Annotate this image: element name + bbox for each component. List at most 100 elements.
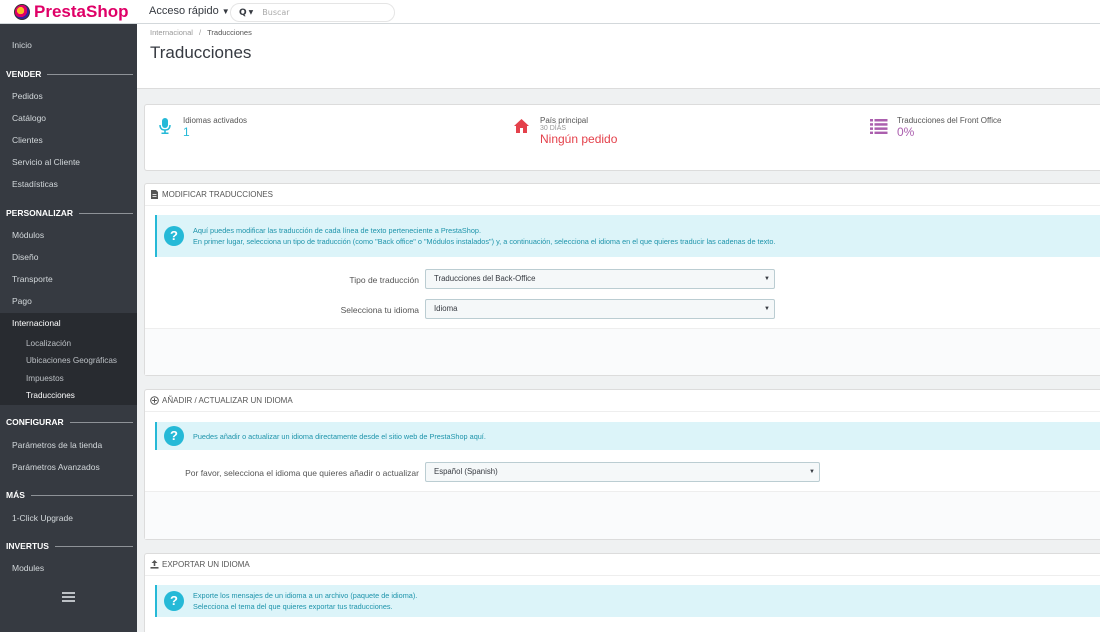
kpi-country-period: 30 DÍAS	[540, 125, 567, 132]
info-alert: ? Puedes añadir o actualizar un idioma d…	[155, 422, 1100, 450]
prestashop-logo-icon	[14, 3, 30, 20]
sidebar-item-inicio[interactable]: Inicio	[0, 35, 137, 55]
section-label: PERSONALIZAR	[6, 208, 74, 218]
panel-export-language: EXPORTAR UN IDIOMA ? Exporte los mensaje…	[144, 553, 1100, 632]
sidebar-item-pago[interactable]: Pago	[0, 291, 137, 311]
section-label: CONFIGURAR	[6, 417, 64, 427]
dropdown-arrow-icon: ▼	[809, 469, 815, 475]
dropdown-arrow-icon: ▼	[764, 276, 770, 282]
caret-down-icon: ▼	[221, 7, 230, 16]
sidebar-item-internacional[interactable]: Internacional	[0, 313, 137, 333]
sidebar-item-servicio[interactable]: Servicio al Cliente	[0, 152, 137, 172]
language-select[interactable]: Idioma ▼	[425, 299, 775, 319]
panel-add-language: AÑADIR / ACTUALIZAR UN IDIOMA ? Puedes a…	[144, 389, 1100, 540]
help-icon: ?	[164, 426, 184, 446]
kpi-country[interactable]: País principal 30 DÍAS Ningún pedido	[540, 116, 617, 146]
prestashop-logo[interactable]: PrestaShop	[14, 3, 128, 20]
breadcrumb-current: Traducciones	[207, 28, 252, 37]
kpi-country-value: Ningún pedido	[540, 132, 618, 146]
kpi-front-office[interactable]: Traducciones del Front Office 0%	[897, 116, 1002, 139]
language-label: Selecciona tu idioma	[340, 305, 419, 315]
search-caret-icon[interactable]: ▼	[249, 9, 254, 16]
add-language-label: Por favor, selecciona el idioma que quie…	[185, 468, 419, 478]
panel-title: AÑADIR / ACTUALIZAR UN IDIOMA	[162, 395, 293, 405]
panel-modify-translations: MODIFICAR TRADUCCIONES ? Aquí puedes mod…	[144, 183, 1100, 376]
home-icon	[514, 119, 529, 133]
sidebar-item-catalogo[interactable]: Catálogo	[0, 108, 137, 128]
brand-name: PrestaShop	[34, 2, 129, 21]
sidebar-item-modules[interactable]: Modules	[0, 558, 137, 578]
kpi-country-label: País principal	[540, 116, 589, 125]
sidebar-item-estadisticas[interactable]: Estadísticas	[0, 174, 137, 194]
breadcrumb-separator: /	[199, 28, 202, 37]
kpi-languages-label: Idiomas activados	[183, 116, 248, 125]
alert-text: Puedes añadir o actualizar un idioma dir…	[193, 431, 486, 441]
language-value: Idioma	[434, 304, 458, 313]
divider	[54, 545, 133, 547]
panel-heading: EXPORTAR UN IDIOMA	[145, 554, 1100, 576]
sidebar-section-mas: MÁS	[6, 488, 133, 502]
divider	[79, 212, 133, 214]
upload-icon	[150, 560, 159, 569]
kpi-bar: Idiomas activados 1 País principal 30 DÍ…	[144, 104, 1100, 171]
dropdown-arrow-icon: ▼	[764, 306, 770, 312]
divider	[47, 73, 133, 75]
menu-toggle-icon[interactable]	[62, 592, 75, 604]
translation-type-label: Tipo de traducción	[349, 275, 419, 285]
alert-text-line2: En primer lugar, selecciona un tipo de t…	[193, 237, 776, 246]
page-title: Traducciones	[150, 43, 252, 62]
sidebar-item-clientes[interactable]: Clientes	[0, 130, 137, 150]
sidebar-item-diseno[interactable]: Diseño	[0, 247, 137, 267]
translation-type-value: Traducciones del Back-Office	[434, 274, 536, 283]
sidebar-item-modulos[interactable]: Módulos	[0, 225, 137, 245]
sidebar-section-invertus: INVERTUS	[6, 539, 133, 553]
top-header: PrestaShop Acceso rápido ▼ Q ▼ Buscar	[0, 0, 1100, 24]
quick-access-label: Acceso rápido	[149, 5, 219, 17]
divider	[69, 421, 133, 423]
add-language-select[interactable]: Español (Spanish) ▼	[425, 462, 820, 482]
quick-access-dropdown[interactable]: Acceso rápido ▼	[149, 5, 230, 17]
kpi-front-office-value: 0%	[897, 125, 915, 139]
sidebar-subitem-ubicaciones[interactable]: Ubicaciones Geográficas	[0, 352, 137, 369]
info-alert: ? Aquí puedes modificar las traducción d…	[155, 215, 1100, 257]
breadcrumb-parent[interactable]: Internacional	[150, 28, 193, 37]
sidebar-item-transporte[interactable]: Transporte	[0, 269, 137, 289]
translation-type-select[interactable]: Traducciones del Back-Office ▼	[425, 269, 775, 289]
kpi-languages[interactable]: Idiomas activados 1	[183, 116, 247, 139]
sidebar-subitem-localizacion[interactable]: Localización	[0, 335, 137, 352]
microphone-icon	[159, 118, 171, 134]
alert-text-line2: Selecciona el tema del que quieres expor…	[193, 602, 393, 611]
section-label: MÁS	[6, 490, 25, 500]
sidebar-section-configurar: CONFIGURAR	[6, 415, 133, 429]
search-input[interactable]: Buscar	[262, 8, 289, 17]
sidebar: Inicio VENDER Pedidos Catálogo Clientes …	[0, 24, 137, 632]
panel-heading: AÑADIR / ACTUALIZAR UN IDIOMA	[145, 390, 1100, 412]
kpi-front-office-label: Traducciones del Front Office	[897, 116, 1002, 125]
sidebar-item-parametros-avanzados[interactable]: Parámetros Avanzados	[0, 457, 137, 477]
sidebar-item-pedidos[interactable]: Pedidos	[0, 86, 137, 106]
search-bar[interactable]: Q ▼ Buscar	[230, 3, 395, 22]
alert-text-line1: Exporte los mensajes de un idioma a un a…	[193, 591, 418, 600]
info-alert: ? Exporte los mensajes de un idioma a un…	[155, 585, 1100, 617]
add-circle-icon	[150, 396, 159, 405]
sidebar-item-1click-upgrade[interactable]: 1-Click Upgrade	[0, 508, 137, 528]
panel-footer	[145, 491, 1100, 539]
sidebar-item-parametros-tienda[interactable]: Parámetros de la tienda	[0, 435, 137, 455]
divider	[30, 494, 133, 496]
sidebar-section-vender: VENDER	[6, 67, 133, 81]
alert-text-line1: Aquí puedes modificar las traducción de …	[193, 226, 482, 235]
sidebar-subitem-traducciones[interactable]: Traducciones	[0, 387, 137, 404]
add-language-value: Español (Spanish)	[434, 467, 498, 476]
kpi-languages-value: 1	[183, 125, 190, 139]
help-icon: ?	[164, 226, 184, 246]
section-label: VENDER	[6, 69, 42, 79]
sidebar-subitem-impuestos[interactable]: Impuestos	[0, 370, 137, 387]
search-icon[interactable]: Q	[239, 8, 247, 18]
sidebar-section-personalizar: PERSONALIZAR	[6, 206, 133, 220]
panel-heading: MODIFICAR TRADUCCIONES	[145, 184, 1100, 206]
page-header: Internacional / Traducciones Traduccione…	[137, 24, 1100, 89]
panel-title: MODIFICAR TRADUCCIONES	[162, 189, 273, 199]
help-icon: ?	[164, 591, 184, 611]
breadcrumb: Internacional / Traducciones	[150, 28, 252, 37]
panel-footer	[145, 328, 1100, 375]
